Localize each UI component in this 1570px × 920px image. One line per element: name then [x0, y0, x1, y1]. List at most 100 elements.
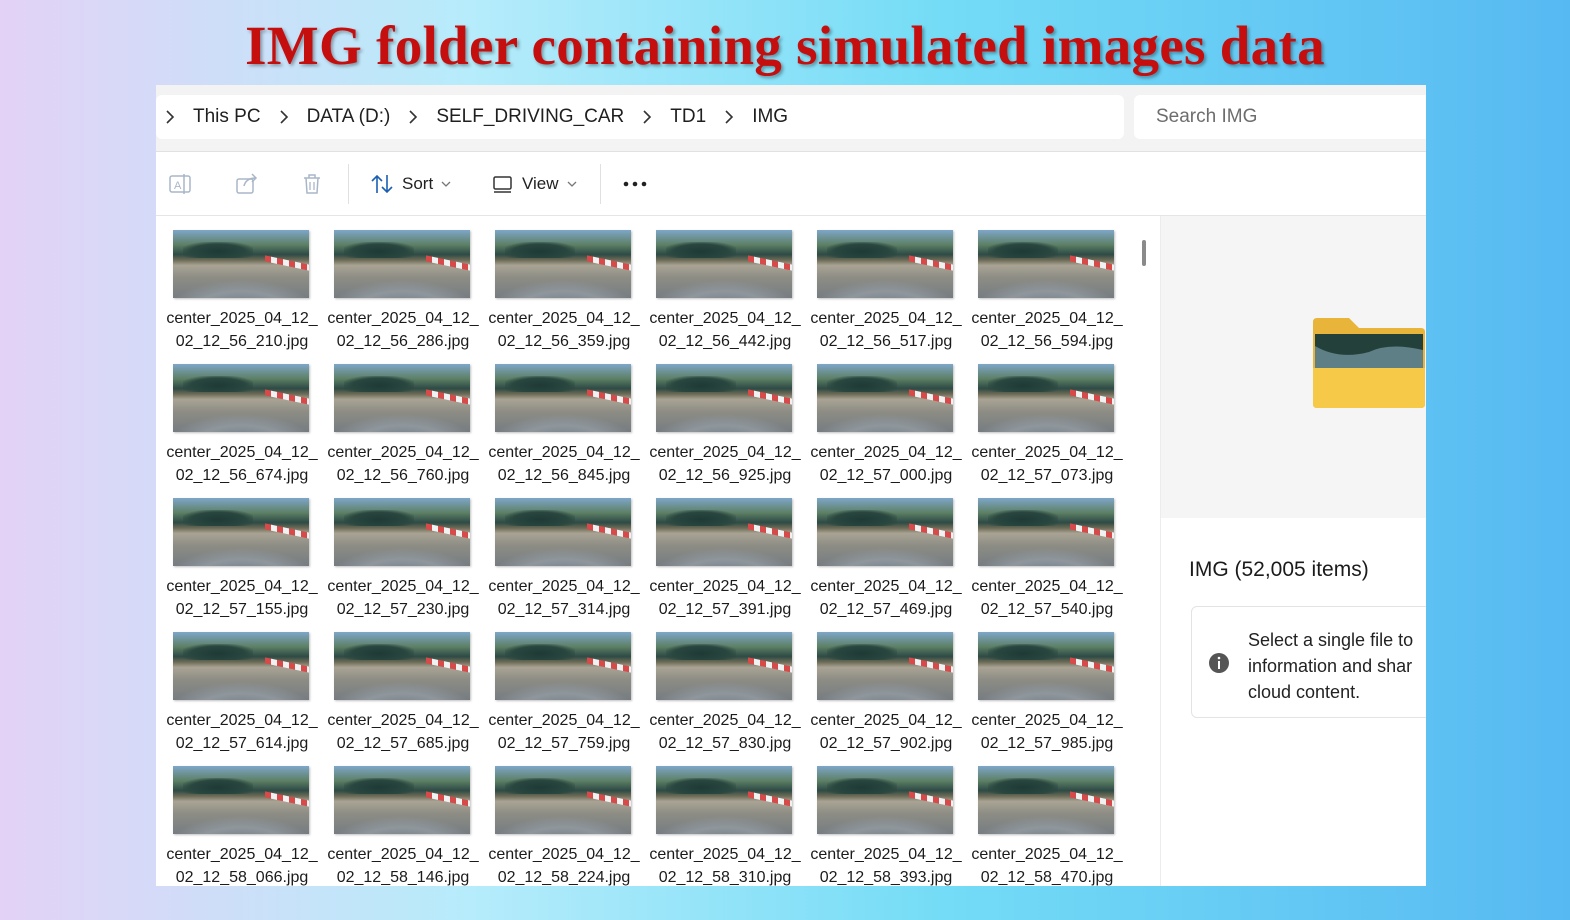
file-name[interactable]: center_2025_04_12_02_12_58_224.jpg [486, 843, 642, 886]
file-name[interactable]: center_2025_04_12_02_12_57_230.jpg [325, 575, 481, 621]
file-name[interactable]: center_2025_04_12_02_12_56_845.jpg [486, 441, 642, 487]
file-name[interactable]: center_2025_04_12_02_12_57_985.jpg [969, 709, 1125, 755]
file-thumbnail[interactable] [817, 230, 953, 298]
file-name[interactable]: center_2025_04_12_02_12_58_146.jpg [325, 843, 481, 886]
file-item[interactable]: center_2025_04_12_02_12_56_210.jpg [164, 230, 320, 360]
file-name[interactable]: center_2025_04_12_02_12_57_073.jpg [969, 441, 1125, 487]
file-thumbnail[interactable] [978, 498, 1114, 566]
file-item[interactable]: center_2025_04_12_02_12_56_760.jpg [325, 364, 481, 494]
more-options-button[interactable] [622, 170, 648, 198]
file-list[interactable]: center_2025_04_12_02_12_56_210.jpg center… [156, 216, 1134, 886]
file-thumbnail[interactable] [978, 230, 1114, 298]
file-name[interactable]: center_2025_04_12_02_12_56_760.jpg [325, 441, 481, 487]
file-name[interactable]: center_2025_04_12_02_12_56_517.jpg [808, 307, 964, 353]
file-item[interactable]: center_2025_04_12_02_12_58_310.jpg [647, 766, 803, 886]
file-name[interactable]: center_2025_04_12_02_12_57_830.jpg [647, 709, 803, 755]
file-thumbnail[interactable] [656, 766, 792, 834]
breadcrumb-item-this-pc[interactable]: This PC [184, 106, 270, 128]
file-item[interactable]: center_2025_04_12_02_12_57_073.jpg [969, 364, 1125, 494]
file-thumbnail[interactable] [334, 498, 470, 566]
file-item[interactable]: center_2025_04_12_02_12_58_146.jpg [325, 766, 481, 886]
file-thumbnail[interactable] [978, 632, 1114, 700]
file-item[interactable]: center_2025_04_12_02_12_58_224.jpg [486, 766, 642, 886]
sort-button[interactable]: Sort [370, 170, 451, 198]
file-name[interactable]: center_2025_04_12_02_12_56_210.jpg [164, 307, 320, 353]
search-input[interactable] [1134, 105, 1418, 129]
file-item[interactable]: center_2025_04_12_02_12_56_359.jpg [486, 230, 642, 360]
file-item[interactable]: center_2025_04_12_02_12_57_000.jpg [808, 364, 964, 494]
file-name[interactable]: center_2025_04_12_02_12_56_359.jpg [486, 307, 642, 353]
file-name[interactable]: center_2025_04_12_02_12_56_286.jpg [325, 307, 481, 353]
file-name[interactable]: center_2025_04_12_02_12_57_000.jpg [808, 441, 964, 487]
rename-button[interactable]: A [168, 170, 194, 198]
file-name[interactable]: center_2025_04_12_02_12_56_674.jpg [164, 441, 320, 487]
view-button[interactable]: View [492, 170, 577, 198]
breadcrumb-item-data-drive[interactable]: DATA (D:) [298, 106, 400, 128]
file-thumbnail[interactable] [173, 766, 309, 834]
file-name[interactable]: center_2025_04_12_02_12_57_759.jpg [486, 709, 642, 755]
file-item[interactable]: center_2025_04_12_02_12_56_925.jpg [647, 364, 803, 494]
file-name[interactable]: center_2025_04_12_02_12_56_442.jpg [647, 307, 803, 353]
share-button[interactable] [234, 170, 260, 198]
file-item[interactable]: center_2025_04_12_02_12_56_286.jpg [325, 230, 481, 360]
file-name[interactable]: center_2025_04_12_02_12_57_314.jpg [486, 575, 642, 621]
file-name[interactable]: center_2025_04_12_02_12_57_685.jpg [325, 709, 481, 755]
file-thumbnail[interactable] [656, 364, 792, 432]
file-item[interactable]: center_2025_04_12_02_12_58_470.jpg [969, 766, 1125, 886]
file-name[interactable]: center_2025_04_12_02_12_56_925.jpg [647, 441, 803, 487]
file-thumbnail[interactable] [817, 766, 953, 834]
file-thumbnail[interactable] [978, 364, 1114, 432]
file-thumbnail[interactable] [334, 230, 470, 298]
file-thumbnail[interactable] [495, 364, 631, 432]
chevron-right-icon[interactable] [270, 110, 298, 124]
file-name[interactable]: center_2025_04_12_02_12_57_614.jpg [164, 709, 320, 755]
breadcrumb[interactable]: This PC DATA (D:) SELF_DRIVING_CAR TD1 I… [156, 95, 1124, 139]
file-thumbnail[interactable] [334, 766, 470, 834]
file-name[interactable]: center_2025_04_12_02_12_57_391.jpg [647, 575, 803, 621]
breadcrumb-item-img[interactable]: IMG [743, 106, 797, 128]
file-thumbnail[interactable] [173, 632, 309, 700]
file-thumbnail[interactable] [495, 632, 631, 700]
file-thumbnail[interactable] [495, 766, 631, 834]
file-item[interactable]: center_2025_04_12_02_12_57_685.jpg [325, 632, 481, 762]
file-name[interactable]: center_2025_04_12_02_12_57_902.jpg [808, 709, 964, 755]
file-item[interactable]: center_2025_04_12_02_12_56_674.jpg [164, 364, 320, 494]
file-item[interactable]: center_2025_04_12_02_12_56_442.jpg [647, 230, 803, 360]
breadcrumb-item-td1[interactable]: TD1 [661, 106, 715, 128]
file-item[interactable]: center_2025_04_12_02_12_57_902.jpg [808, 632, 964, 762]
file-thumbnail[interactable] [334, 632, 470, 700]
file-item[interactable]: center_2025_04_12_02_12_57_540.jpg [969, 498, 1125, 628]
file-name[interactable]: center_2025_04_12_02_12_58_066.jpg [164, 843, 320, 886]
file-item[interactable]: center_2025_04_12_02_12_57_155.jpg [164, 498, 320, 628]
file-item[interactable]: center_2025_04_12_02_12_57_230.jpg [325, 498, 481, 628]
breadcrumb-item-self-driving-car[interactable]: SELF_DRIVING_CAR [427, 106, 633, 128]
file-item[interactable]: center_2025_04_12_02_12_57_391.jpg [647, 498, 803, 628]
file-thumbnail[interactable] [173, 498, 309, 566]
file-item[interactable]: center_2025_04_12_02_12_57_469.jpg [808, 498, 964, 628]
search-box[interactable] [1134, 95, 1426, 139]
file-name[interactable]: center_2025_04_12_02_12_58_393.jpg [808, 843, 964, 886]
file-name[interactable]: center_2025_04_12_02_12_58_310.jpg [647, 843, 803, 886]
file-item[interactable]: center_2025_04_12_02_12_58_393.jpg [808, 766, 964, 886]
scrollbar-thumb[interactable] [1142, 240, 1146, 266]
file-thumbnail[interactable] [656, 498, 792, 566]
file-name[interactable]: center_2025_04_12_02_12_57_469.jpg [808, 575, 964, 621]
chevron-right-icon[interactable] [715, 110, 743, 124]
file-thumbnail[interactable] [817, 632, 953, 700]
file-item[interactable]: center_2025_04_12_02_12_57_985.jpg [969, 632, 1125, 762]
file-item[interactable]: center_2025_04_12_02_12_57_759.jpg [486, 632, 642, 762]
chevron-right-icon[interactable] [633, 110, 661, 124]
file-item[interactable]: center_2025_04_12_02_12_57_830.jpg [647, 632, 803, 762]
chevron-right-icon[interactable] [156, 110, 184, 124]
file-thumbnail[interactable] [334, 364, 470, 432]
file-thumbnail[interactable] [495, 498, 631, 566]
file-name[interactable]: center_2025_04_12_02_12_57_155.jpg [164, 575, 320, 621]
file-thumbnail[interactable] [173, 230, 309, 298]
file-name[interactable]: center_2025_04_12_02_12_56_594.jpg [969, 307, 1125, 353]
file-item[interactable]: center_2025_04_12_02_12_57_614.jpg [164, 632, 320, 762]
delete-button[interactable] [300, 170, 324, 198]
file-name[interactable]: center_2025_04_12_02_12_57_540.jpg [969, 575, 1125, 621]
file-item[interactable]: center_2025_04_12_02_12_56_594.jpg [969, 230, 1125, 360]
chevron-right-icon[interactable] [399, 110, 427, 124]
file-thumbnail[interactable] [656, 230, 792, 298]
